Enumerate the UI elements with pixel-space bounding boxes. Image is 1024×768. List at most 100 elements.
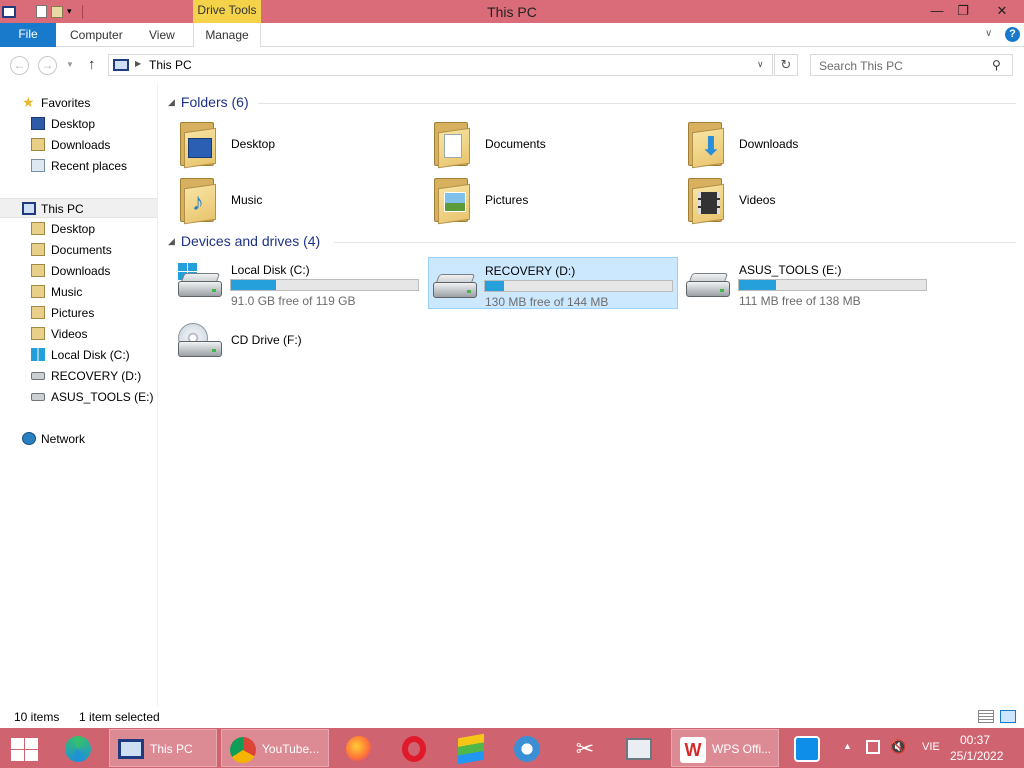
taskbar-task-manager[interactable]: [616, 729, 662, 767]
taskbar-snipping-tool[interactable]: ✂: [560, 729, 606, 767]
taskbar-firefox[interactable]: [336, 729, 382, 767]
documents-folder-icon: [434, 122, 472, 169]
taskbar-wps-office[interactable]: W WPS Offi...: [671, 729, 779, 767]
forward-arrow-icon[interactable]: →: [38, 56, 57, 75]
drive-usage-bar: [230, 279, 419, 291]
nav-pc-pictures[interactable]: Pictures: [0, 303, 157, 323]
taskbar-edge[interactable]: [56, 729, 102, 767]
nav-pc-asus-tools-e[interactable]: ASUS_TOOLS (E:): [0, 387, 157, 407]
nav-pc-documents[interactable]: Documents: [0, 240, 157, 260]
nav-pc-recovery-d[interactable]: RECOVERY (D:): [0, 366, 157, 386]
restore-button[interactable]: ❐: [948, 0, 978, 22]
this-pc-icon: [22, 202, 36, 215]
address-dropdown-chevron-icon[interactable]: ∨: [757, 59, 764, 70]
input-language[interactable]: VIE: [922, 741, 940, 753]
hard-drive-icon: [31, 393, 45, 401]
address-path[interactable]: This PC: [149, 58, 192, 72]
drive-tile-d[interactable]: RECOVERY (D:) 130 MB free of 144 MB: [428, 257, 678, 309]
taskbar-opera[interactable]: [392, 729, 438, 767]
taskbar-bluestacks[interactable]: [448, 729, 494, 767]
search-input[interactable]: Search This PC ⚲: [810, 54, 1013, 76]
nav-favorites-recent[interactable]: Recent places: [0, 156, 157, 176]
search-icon[interactable]: ⚲: [992, 58, 1001, 72]
folder-tile-pictures[interactable]: Pictures: [412, 174, 662, 226]
back-arrow-icon[interactable]: ←: [10, 56, 29, 75]
this-pc-icon[interactable]: [2, 5, 16, 18]
new-folder-icon[interactable]: [51, 5, 63, 18]
nav-favorites[interactable]: ★ Favorites: [0, 93, 157, 113]
divider: [334, 242, 1016, 243]
start-button[interactable]: [8, 736, 40, 762]
ribbon-tabs: File Computer View Manage ∨ ?: [0, 23, 1024, 47]
drives-group-header[interactable]: ◢ Devices and drives (4): [168, 233, 320, 249]
file-view: ◢ Folders (6) Desktop Documents ⬇ Downloa…: [158, 82, 1024, 706]
tiles-view-icon[interactable]: [1000, 710, 1016, 723]
tab-view[interactable]: View: [149, 23, 175, 47]
task-manager-icon: [626, 738, 652, 760]
nav-favorites-downloads[interactable]: Downloads: [0, 135, 157, 155]
folder-tile-videos[interactable]: Videos: [666, 174, 916, 226]
recent-locations-chevron-icon[interactable]: ▼: [66, 60, 74, 69]
taskbar-teamviewer[interactable]: [784, 729, 830, 767]
folder-tile-downloads[interactable]: ⬇ Downloads: [666, 118, 916, 170]
customize-toolbar-chevron-icon[interactable]: ▾: [67, 6, 72, 17]
drive-tile-c[interactable]: Local Disk (C:) 91.0 GB free of 119 GB: [158, 257, 419, 309]
details-view-icon[interactable]: [978, 710, 994, 723]
network-status-icon[interactable]: [866, 740, 880, 754]
nav-pc-local-disk-c[interactable]: Local Disk (C:): [0, 345, 157, 365]
windows-drive-icon: [31, 348, 45, 361]
volume-muted-icon[interactable]: 🔇: [890, 739, 906, 755]
drive-tile-f[interactable]: CD Drive (F:): [158, 313, 408, 365]
drive-tile-e[interactable]: ASUS_TOOLS (E:) 111 MB free of 138 MB: [666, 257, 927, 309]
selection-count: 1 item selected: [79, 710, 160, 724]
downloads-folder-icon: [31, 264, 45, 277]
show-hidden-icons-chevron-icon[interactable]: ▲: [843, 741, 852, 751]
properties-icon[interactable]: [36, 5, 47, 18]
taskbar: This PC YouTube... ✂ W WPS Offi... ▲ 🔇 V…: [0, 728, 1024, 768]
folders-group-header[interactable]: ◢ Folders (6): [168, 94, 249, 110]
pictures-folder-icon: [434, 178, 472, 225]
drive-tools-tab-group: Drive Tools: [193, 0, 261, 23]
desktop-icon: [31, 117, 45, 130]
tab-computer[interactable]: Computer: [70, 23, 123, 47]
refresh-icon[interactable]: ↻: [774, 54, 798, 76]
folder-tile-music[interactable]: ♪ Music: [158, 174, 408, 226]
collapse-chevron-icon[interactable]: ◢: [168, 236, 175, 246]
nav-network[interactable]: Network: [0, 429, 157, 449]
collapse-chevron-icon[interactable]: ◢: [168, 97, 175, 107]
address-bar[interactable]: ▶ This PC ∨: [108, 54, 773, 76]
title-bar: ▾ Drive Tools This PC — ❐ ✕: [0, 0, 1024, 23]
nav-favorites-desktop[interactable]: Desktop: [0, 114, 157, 134]
wps-office-icon: W: [680, 737, 706, 763]
expand-ribbon-chevron-icon[interactable]: ∨: [985, 28, 992, 39]
clock-date[interactable]: 25/1/2022: [950, 749, 1003, 763]
navigation-bar: ← → ▼ ↑ ▶ This PC ∨ ↻ Search This PC ⚲: [0, 48, 1024, 82]
clock-time[interactable]: 00:37: [955, 733, 995, 747]
folder-tile-desktop[interactable]: Desktop: [158, 118, 408, 170]
tab-manage[interactable]: Manage: [193, 23, 261, 47]
folder-tile-documents[interactable]: Documents: [412, 118, 662, 170]
close-button[interactable]: ✕: [985, 0, 1019, 22]
nav-pc-desktop[interactable]: Desktop: [0, 219, 157, 239]
up-arrow-icon[interactable]: ↑: [88, 56, 96, 73]
nav-this-pc[interactable]: This PC: [0, 198, 157, 218]
help-icon[interactable]: ?: [1005, 27, 1020, 42]
nav-pc-music[interactable]: Music: [0, 282, 157, 302]
teamviewer-icon: [794, 736, 820, 762]
bluestacks-icon: [458, 733, 484, 765]
window-title: This PC: [487, 4, 537, 20]
hard-drive-icon: [686, 271, 734, 301]
item-count: 10 items: [14, 710, 60, 724]
this-pc-icon: [113, 59, 129, 71]
taskbar-chrome[interactable]: YouTube...: [221, 729, 329, 767]
nav-pc-downloads[interactable]: Downloads: [0, 261, 157, 281]
tab-file[interactable]: File: [0, 23, 56, 47]
nav-pc-videos[interactable]: Videos: [0, 324, 157, 344]
firefox-icon: [346, 736, 372, 762]
taskbar-thunderbird[interactable]: [504, 729, 550, 767]
taskbar-this-pc[interactable]: This PC: [109, 729, 217, 767]
toolbar-divider: [81, 4, 83, 19]
windows-logo-icon: [11, 738, 24, 749]
videos-folder-icon: [688, 178, 726, 225]
breadcrumb-separator-icon[interactable]: ▶: [135, 59, 141, 68]
